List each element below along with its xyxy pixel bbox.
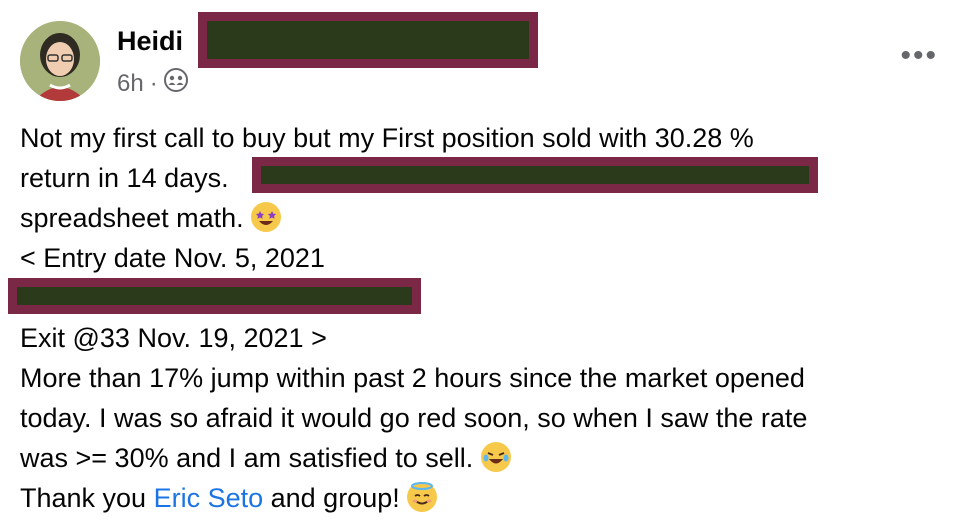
avatar-photo-icon <box>20 21 100 101</box>
post-line: More than 17% jump within past 2 hours s… <box>20 363 805 393</box>
redaction-bar <box>8 278 421 314</box>
post-line-text: was >= 30% and I am satisfied to sell. <box>20 443 474 473</box>
post-time[interactable]: 6h <box>117 69 144 99</box>
more-options-icon[interactable]: ••• <box>900 41 938 71</box>
post-line: Not my first call to buy but my First po… <box>20 123 754 153</box>
post-meta: 6h · <box>117 68 188 100</box>
redaction-bar <box>252 157 818 193</box>
post-line: < Entry date Nov. 5, 2021 <box>20 243 325 273</box>
post-line: today. I was so afraid it would go red s… <box>20 403 808 433</box>
author-name[interactable]: Heidi <box>117 24 183 58</box>
mention-link[interactable]: Eric Seto <box>154 483 264 513</box>
rolling-laughing-emoji-icon <box>480 442 511 472</box>
redaction-bar <box>198 12 538 68</box>
meta-separator: · <box>149 70 158 97</box>
post-line-text: and group! <box>263 483 400 513</box>
post-line-text: Thank you <box>20 483 154 513</box>
star-struck-emoji-icon <box>251 202 282 232</box>
smiling-halo-emoji-icon <box>407 482 438 512</box>
post-line: spreadsheet math. <box>20 198 950 238</box>
post-line: Thank you Eric Seto and group! <box>20 478 950 518</box>
avatar[interactable] <box>20 21 100 101</box>
post-line-text: spreadsheet math. <box>20 203 244 233</box>
friends-icon[interactable] <box>163 68 188 100</box>
post-line-text: return in 14 days. <box>20 163 229 193</box>
post-line: Exit @33 Nov. 19, 2021 > <box>20 323 327 353</box>
post-line: was >= 30% and I am satisfied to sell. <box>20 438 950 478</box>
